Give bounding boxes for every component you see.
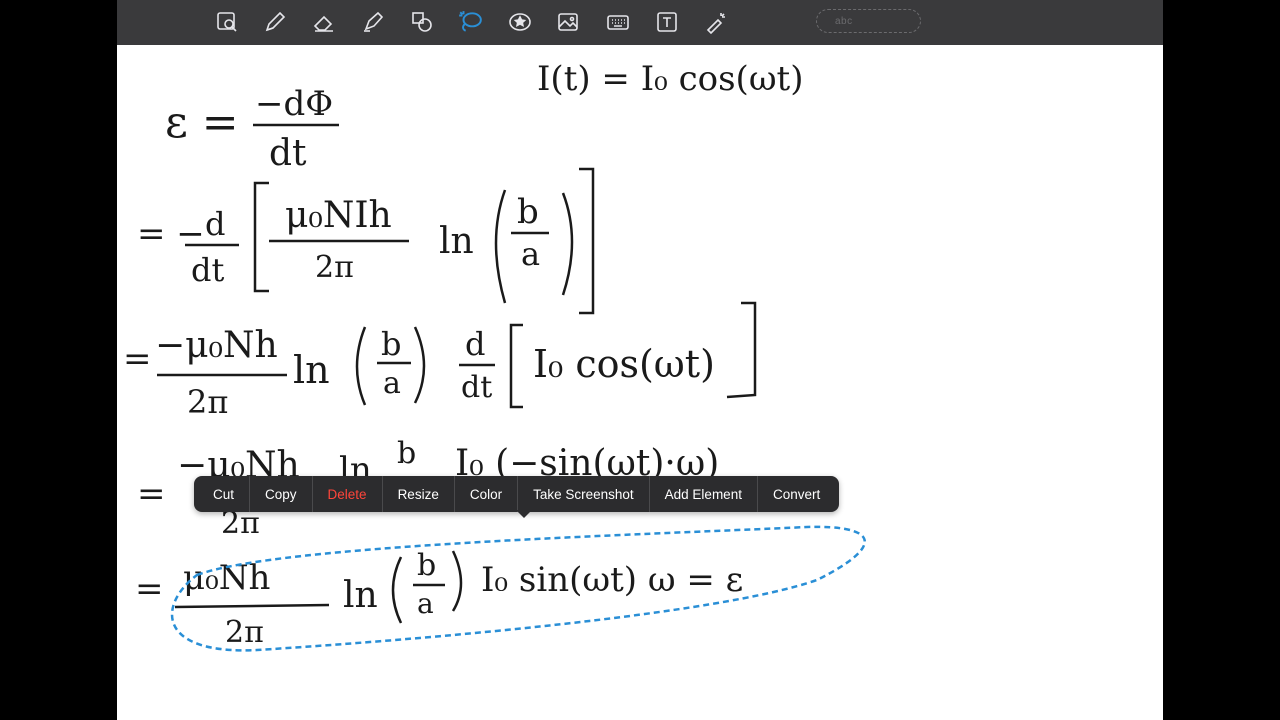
handwritten-notes: I(t) = I₀ cos(ωt) ε = −dΦ dt = − d dt μ₀… <box>123 59 866 652</box>
lasso-tool[interactable] <box>456 8 484 36</box>
menu-pointer-arrow <box>516 510 532 518</box>
highlighter-tool[interactable] <box>359 8 387 36</box>
line3-prefix: = <box>123 339 152 379</box>
line3-bracket: I₀ cos(ωt) <box>533 342 715 386</box>
laser-pointer-tool[interactable] <box>702 8 730 36</box>
line3-frac-num: b <box>381 325 401 363</box>
line3-right-paren <box>413 326 426 404</box>
line2-right-bracket <box>579 167 595 315</box>
convert-button[interactable]: Convert <box>758 476 835 512</box>
image-icon <box>558 13 578 31</box>
line5-den: 2π <box>225 615 264 650</box>
line2-frac-num: b <box>517 192 539 232</box>
selection-context-menu: Cut Copy Delete Resize Color Take Screen… <box>194 476 840 512</box>
line1-lhs: ε = <box>165 97 239 148</box>
line5-prefix: = <box>135 569 164 609</box>
line2-ln: ln <box>439 221 474 262</box>
line2-frac-den: a <box>521 235 540 273</box>
color-button[interactable]: Color <box>455 476 519 512</box>
line5-left-paren <box>391 556 403 624</box>
line3-left-bracket <box>509 323 523 409</box>
line5-rest: I₀ sin(ωt) ω = ε <box>481 560 743 600</box>
lasso-icon <box>459 11 482 32</box>
text-box-tool[interactable] <box>653 8 681 36</box>
line5-right-paren <box>451 550 463 612</box>
highlighter-icon <box>364 11 384 32</box>
shapes-tool[interactable] <box>408 8 436 36</box>
note-canvas[interactable]: I(t) = I₀ cos(ωt) ε = −dΦ dt = − d dt μ₀… <box>117 45 1163 720</box>
pen-icon <box>265 11 286 32</box>
line2-den: 2π <box>315 250 354 285</box>
shapes-icon <box>412 12 432 32</box>
line3-d-den: dt <box>461 370 492 405</box>
text-box-icon <box>657 12 677 32</box>
shape-recognition-toggle[interactable]: abc <box>816 9 921 33</box>
shape-preview-text: abc <box>835 15 853 27</box>
eraser-icon <box>313 15 333 32</box>
line3-ln: ln <box>293 348 330 392</box>
eraser-tool[interactable] <box>310 8 338 36</box>
resize-button[interactable]: Resize <box>383 476 455 512</box>
line2-right-paren <box>561 192 574 296</box>
line2-d-den: dt <box>191 251 224 289</box>
image-tool[interactable] <box>554 8 582 36</box>
line3-left-paren <box>355 326 367 406</box>
line3-d-num: d <box>465 325 485 363</box>
sticker-icon <box>509 13 531 31</box>
take-screenshot-button[interactable]: Take Screenshot <box>518 476 650 512</box>
keyboard-icon <box>607 15 629 30</box>
delete-button[interactable]: Delete <box>313 476 383 512</box>
sticker-tool[interactable] <box>506 8 534 36</box>
line3-den: 2π <box>187 383 228 421</box>
line2-prefix: = − <box>137 214 205 254</box>
zoom-box-tool[interactable] <box>213 8 241 36</box>
line5-num: μ₀Nh <box>183 558 270 598</box>
line2-left-paren <box>494 189 507 304</box>
laser-pointer-icon <box>706 13 725 34</box>
line5-frac-den: a <box>417 587 434 620</box>
line4-prefix: = <box>137 474 166 514</box>
line3-right-bracket <box>726 301 757 399</box>
line1-den: dt <box>269 133 307 174</box>
line2-num: μ₀NIh <box>285 195 392 236</box>
cut-button[interactable]: Cut <box>198 476 251 512</box>
line2-left-bracket <box>253 181 269 293</box>
line5-bar <box>174 603 330 609</box>
add-element-button[interactable]: Add Element <box>650 476 758 512</box>
line4-frac-num: b <box>397 436 416 471</box>
keyboard-tool[interactable] <box>604 8 632 36</box>
line3-frac-den: a <box>383 366 401 401</box>
line5-ln: ln <box>343 575 378 616</box>
pen-tool[interactable] <box>261 8 289 36</box>
zoom-box-icon <box>217 12 237 32</box>
line2-d-num: d <box>205 205 225 243</box>
copy-button[interactable]: Copy <box>250 476 313 512</box>
current-equation: I(t) = I₀ cos(ωt) <box>537 59 803 99</box>
toolbar: abc <box>117 0 1163 45</box>
line5-frac-num: b <box>417 548 436 583</box>
line1-num: −dΦ <box>255 84 333 124</box>
line3-num: −μ₀Nh <box>155 325 278 366</box>
